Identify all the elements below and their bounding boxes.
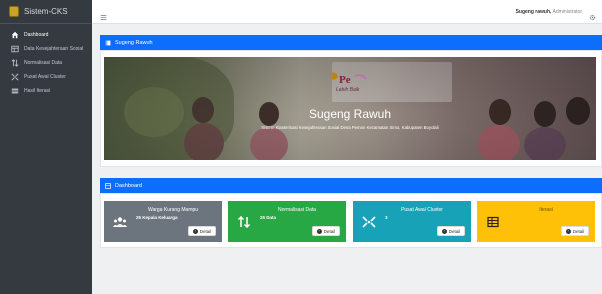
- topbar: Sugeng rawuh, Administrator: [92, 0, 602, 24]
- gear-icon[interactable]: [589, 8, 596, 21]
- sidebar-nav: Dashboard Data Kesejahteraan Sosial Norm…: [0, 24, 92, 98]
- stat-value: 3: [385, 215, 388, 220]
- stat-card-warga: Warga Kurang Mampu 25 Kepala Keluarga › …: [104, 201, 222, 242]
- bookmark-icon: [105, 40, 111, 46]
- dashboard-section-header: Dashboard: [100, 178, 602, 193]
- dashboard-section-title: Dashboard: [115, 182, 142, 189]
- detail-button-label: Detail: [448, 228, 461, 234]
- stat-card-normalisasi: Normalisasi Data 25 Data › Detail: [228, 201, 346, 242]
- stat-card-pusat-awal: Pusat Awal Cluster 3 › Detail: [353, 201, 471, 242]
- brand-logo-icon: [9, 6, 19, 17]
- users-icon: [113, 215, 127, 227]
- stat-title: Warga Kurang Mampu: [147, 207, 199, 213]
- user-greeting[interactable]: Sugeng rawuh, Administrator: [516, 9, 582, 15]
- sidebar-item-pusat-awal[interactable]: Pusat Awal Cluster: [0, 70, 92, 84]
- stat-title: Iterasi: [539, 207, 553, 213]
- sort-arrows-icon: [237, 215, 251, 229]
- brand-title: Sistem-CKS: [24, 7, 68, 16]
- home-icon: [11, 31, 19, 39]
- dashboard-icon: [105, 182, 111, 189]
- stat-title: Normalisasi Data: [277, 207, 317, 213]
- sidebar: Sistem-CKS Dashboard Data Kesejahteraan …: [0, 0, 92, 294]
- svg-text:Pe: Pe: [339, 74, 351, 86]
- detail-button[interactable]: › Detail: [312, 226, 340, 236]
- arrow-circle-icon: ›: [565, 228, 571, 234]
- stat-title: Pusat Awal Cluster: [401, 207, 443, 213]
- sidebar-item-label: Data Kesejahteraan Sosial: [24, 46, 84, 52]
- sidebar-item-dashboard[interactable]: Dashboard: [0, 28, 92, 42]
- sidebar-item-normalisasi[interactable]: Normalisasi Data: [0, 56, 92, 70]
- hero-subtitle: Sistem Klasterisasi Kesejahteraan Sosial…: [261, 125, 439, 130]
- cluster-icon: [362, 215, 376, 228]
- detail-button-label: Detail: [572, 228, 585, 234]
- list-icon: [486, 215, 500, 228]
- detail-button-label: Detail: [323, 228, 336, 234]
- welcome-section-title: Sugeng Rawuh: [115, 39, 153, 46]
- brand[interactable]: Sistem-CKS: [0, 0, 92, 24]
- welcome-section-header: Sugeng Rawuh: [100, 35, 602, 50]
- sidebar-item-data-kesejahteraan[interactable]: Data Kesejahteraan Sosial: [0, 42, 92, 56]
- stat-card-iterasi: Iterasi › Detail: [477, 201, 595, 242]
- detail-button[interactable]: › Detail: [188, 226, 216, 236]
- detail-button[interactable]: › Detail: [561, 226, 589, 236]
- user-role: Administrator: [551, 9, 582, 15]
- arrow-circle-icon: ›: [441, 228, 447, 234]
- sort-arrows-icon: [11, 59, 19, 67]
- cluster-icon: [11, 73, 19, 81]
- hero-banner: Pe Lebih Baik Sugeng Rawuh Sistem Klaste…: [104, 57, 596, 160]
- list-icon: [11, 87, 19, 95]
- user-name: Sugeng rawuh,: [515, 9, 552, 15]
- logo-tagline: Lebih Baik: [336, 87, 360, 93]
- table-icon: [11, 45, 19, 53]
- sidebar-item-label: Dashboard: [24, 32, 49, 38]
- detail-button[interactable]: › Detail: [437, 226, 465, 236]
- sidebar-item-label: Hasil Iterasi: [24, 88, 51, 94]
- sidebar-item-label: Normalisasi Data: [24, 60, 63, 66]
- sidebar-item-hasil-iterasi[interactable]: Hasil Iterasi: [0, 84, 92, 98]
- stat-value: 25 Data: [260, 215, 277, 220]
- stat-value: 25 Kepala Keluarga: [136, 215, 178, 220]
- arrow-circle-icon: ›: [192, 228, 198, 234]
- menu-icon[interactable]: [100, 8, 107, 21]
- sidebar-item-label: Pusat Awal Cluster: [24, 74, 66, 80]
- detail-button-label: Detail: [199, 228, 212, 234]
- hero-title: Sugeng Rawuh: [308, 107, 392, 121]
- arrow-circle-icon: ›: [316, 228, 322, 234]
